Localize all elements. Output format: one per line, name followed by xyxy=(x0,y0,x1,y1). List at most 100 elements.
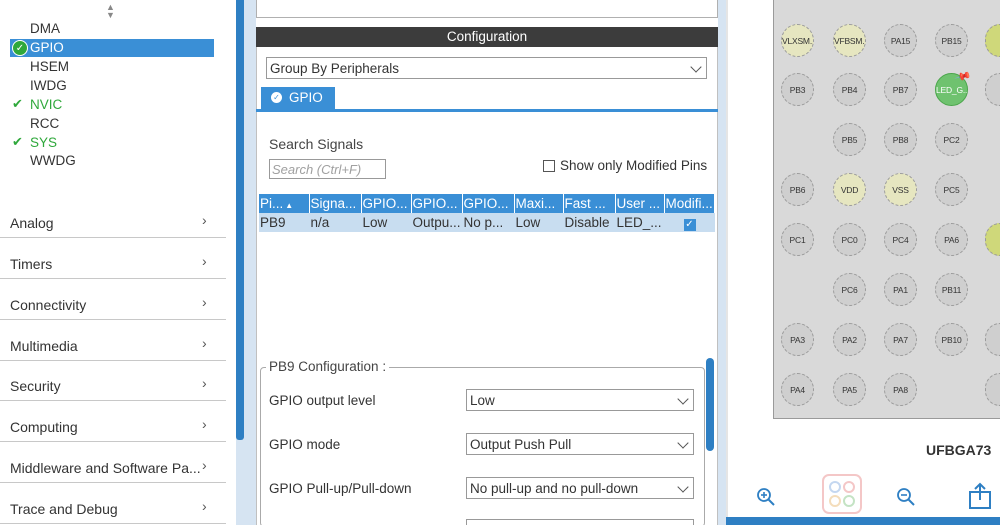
table-row[interactable]: PB9 n/a Low Outpu... No p... Low Disable… xyxy=(259,213,715,232)
pin-pc4[interactable]: PC4 xyxy=(884,223,917,256)
pin-pc5[interactable]: PC5 xyxy=(935,173,968,206)
tab-gpio[interactable]: ✓ GPIO xyxy=(261,87,335,109)
pin-configuration-title: PB9 Configuration : xyxy=(266,359,390,374)
check-icon: ✔ xyxy=(12,134,23,149)
search-signals-label: Search Signals xyxy=(269,136,364,152)
chevron-down-icon xyxy=(690,61,702,73)
pin-pb11[interactable]: PB11 xyxy=(935,273,968,306)
category-timers[interactable]: Timers › xyxy=(0,238,226,279)
splitter-right[interactable] xyxy=(718,0,726,525)
gpio-pull-select[interactable]: No pull-up and no pull-down xyxy=(466,477,694,499)
column-header-user-label[interactable]: User ... xyxy=(615,194,665,213)
export-icon[interactable] xyxy=(966,482,996,512)
pin-pa3[interactable]: PA3 xyxy=(781,323,814,356)
check-icon: ✔ xyxy=(12,96,23,111)
category-analog[interactable]: Analog › xyxy=(0,197,226,238)
cell-user-label: LED_... xyxy=(615,213,665,232)
cell-pin: PB9 xyxy=(259,213,310,232)
next-field-select[interactable] xyxy=(466,519,694,525)
pin-pb6[interactable]: PB6 xyxy=(781,173,814,206)
category-connectivity[interactable]: Connectivity › xyxy=(0,279,226,320)
column-header-fast-mode[interactable]: Fast ... xyxy=(563,194,616,213)
column-header-gpio-pull[interactable]: GPIO... xyxy=(462,194,515,213)
category-security[interactable]: Security › xyxy=(0,360,226,401)
pin-pb7[interactable]: PB7 xyxy=(884,73,917,106)
chevron-right-icon: › xyxy=(202,375,207,391)
left-scrollbar-thumb[interactable] xyxy=(236,0,244,440)
pin-pb3[interactable]: PB3 xyxy=(781,73,814,106)
cell-speed: Low xyxy=(514,213,564,232)
peripheral-item-iwdg[interactable]: IWDG xyxy=(30,78,67,93)
pin-pa4[interactable]: PA4 xyxy=(781,373,814,406)
checked-icon: ✓ xyxy=(12,40,28,56)
chevron-down-icon xyxy=(677,437,689,449)
column-header-max-speed[interactable]: Maxi... xyxy=(514,194,564,213)
column-header-gpio-output-level[interactable]: GPIO... xyxy=(361,194,412,213)
pin-pc2[interactable]: PC2 xyxy=(935,123,968,156)
modified-checkbox[interactable]: ✓ xyxy=(683,218,696,231)
pin-pa6[interactable]: PA6 xyxy=(935,223,968,256)
peripheral-item-wwdg[interactable]: WWDG xyxy=(30,153,76,168)
peripheral-item-sys[interactable]: SYS xyxy=(30,135,57,150)
cell-fast-mode: Disable xyxy=(563,213,616,232)
pin-vdd[interactable]: VDD xyxy=(833,173,866,206)
cell-mode: Outpu... xyxy=(411,213,463,232)
config-scrollbar-thumb[interactable] xyxy=(706,358,714,451)
chevron-right-icon: › xyxy=(202,416,207,432)
chevron-right-icon: › xyxy=(202,253,207,269)
pin-pb4[interactable]: PB4 xyxy=(833,73,866,106)
gpio-mode-label: GPIO mode xyxy=(269,437,341,452)
pin-pa15[interactable]: PA15 xyxy=(884,24,917,57)
gpio-output-level-select[interactable]: Low xyxy=(466,389,694,411)
group-by-select[interactable]: Group By Peripherals xyxy=(266,57,707,79)
pin-pb5[interactable]: PB5 xyxy=(833,123,866,156)
cell-modified: ✓ xyxy=(664,213,715,232)
category-computing[interactable]: Computing › xyxy=(0,401,226,442)
zoom-out-icon[interactable] xyxy=(896,487,916,507)
category-middleware[interactable]: Middleware and Software Pa... › xyxy=(0,442,226,483)
show-modified-label: Show only Modified Pins xyxy=(560,158,708,173)
column-header-pin[interactable]: Pi... ▲ xyxy=(259,194,310,213)
pin-pa2[interactable]: PA2 xyxy=(833,323,866,356)
gpio-mode-select[interactable]: Output Push Pull xyxy=(466,433,694,455)
peripheral-item-nvic[interactable]: NVIC xyxy=(30,97,62,112)
pin-pb10[interactable]: PB10 xyxy=(935,323,968,356)
pin-pb8[interactable]: PB8 xyxy=(884,123,917,156)
splitter-left[interactable] xyxy=(244,0,256,525)
peripheral-item-gpio[interactable]: ✓ GPIO xyxy=(10,39,214,57)
peripheral-item-hsem[interactable]: HSEM xyxy=(30,59,69,74)
pin-pc1[interactable]: PC1 xyxy=(781,223,814,256)
pin-pc6[interactable]: PC6 xyxy=(833,273,866,306)
pin-pa7[interactable]: PA7 xyxy=(884,323,917,356)
check-circle-icon: ✓ xyxy=(271,92,282,103)
pin-pa1[interactable]: PA1 xyxy=(884,273,917,306)
show-modified-checkbox[interactable] xyxy=(543,160,555,172)
pinout-border xyxy=(726,0,728,517)
column-header-signal[interactable]: Signa... xyxy=(309,194,362,213)
category-multimedia[interactable]: Multimedia › xyxy=(0,320,226,361)
left-panel: ▲ ▼ DMA ✓ GPIO HSEM IWDG ✔ NVIC RCC ✔ SYS… xyxy=(0,0,236,525)
pin-vfbsm[interactable]: VFBSM... xyxy=(833,24,866,57)
pin-pb15[interactable]: PB15 xyxy=(935,24,968,57)
cell-signal: n/a xyxy=(309,213,362,232)
table-header-row: Pi... ▲ Signa... GPIO... GPIO... GPIO... … xyxy=(259,194,715,213)
pin-vlxsm[interactable]: VLXSM... xyxy=(781,24,814,57)
sort-icon[interactable]: ▲ ▼ xyxy=(106,3,115,20)
peripheral-item-rcc[interactable]: RCC xyxy=(30,116,59,131)
column-header-gpio-mode[interactable]: GPIO... xyxy=(411,194,463,213)
peripheral-item-dma[interactable]: DMA xyxy=(30,21,60,36)
pin-pc0[interactable]: PC0 xyxy=(833,223,866,256)
package-label: UFBGA73 xyxy=(926,442,992,458)
pin-vss[interactable]: VSS xyxy=(884,173,917,206)
search-input[interactable] xyxy=(269,159,386,179)
zoom-in-icon[interactable] xyxy=(756,487,776,507)
category-trace-and-debug[interactable]: Trace and Debug › xyxy=(0,483,226,524)
pin-pa5[interactable]: PA5 xyxy=(833,373,866,406)
cell-output-level: Low xyxy=(361,213,412,232)
pin-pa8[interactable]: PA8 xyxy=(884,373,917,406)
column-header-modified[interactable]: Modifi... xyxy=(664,194,715,213)
watermark-logo xyxy=(822,474,862,514)
tab-underline xyxy=(256,109,718,112)
chevron-right-icon: › xyxy=(202,335,207,351)
configuration-header: Configuration xyxy=(256,27,718,47)
